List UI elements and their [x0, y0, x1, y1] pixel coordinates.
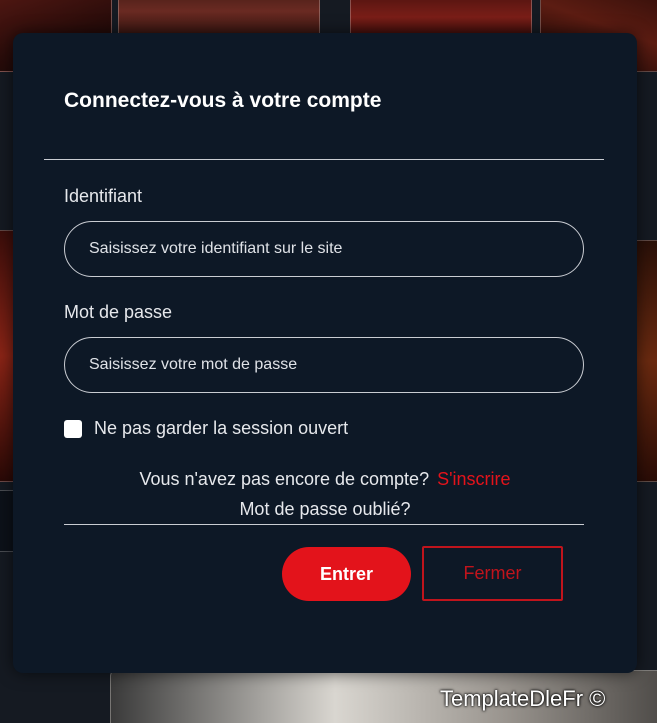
- footer-divider: [64, 524, 584, 525]
- login-input[interactable]: [64, 221, 584, 277]
- title-divider: [44, 159, 604, 160]
- forgot-password-link[interactable]: Mot de passe oublié?: [13, 499, 637, 520]
- no-account-text: Vous n'avez pas encore de compte?: [139, 469, 430, 489]
- remember-row: Ne pas garder la session ouvert: [64, 418, 348, 439]
- password-label: Mot de passe: [64, 302, 173, 322]
- register-row: Vous n'avez pas encore de compte? S'inscr…: [13, 469, 637, 490]
- password-input[interactable]: [64, 337, 584, 393]
- watermark: TemplateDleFr ©: [440, 686, 606, 711]
- remember-label[interactable]: Ne pas garder la session ouvert: [94, 418, 348, 439]
- remember-checkbox[interactable]: [64, 419, 82, 438]
- login-label: Identifiant: [64, 186, 143, 206]
- enter-button[interactable]: Entrer: [282, 547, 411, 601]
- modal-title: Connectez-vous à votre compte: [64, 89, 382, 112]
- close-button[interactable]: Fermer: [422, 546, 563, 601]
- login-modal: Connectez-vous à votre compte Identifian…: [13, 33, 637, 673]
- register-link[interactable]: S'inscrire: [437, 469, 510, 489]
